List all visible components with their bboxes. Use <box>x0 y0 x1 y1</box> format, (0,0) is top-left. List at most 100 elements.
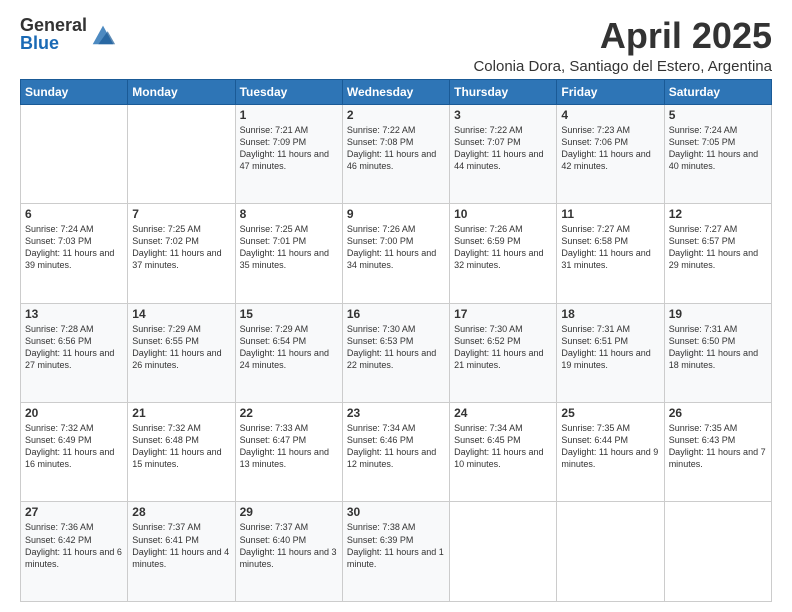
calendar-cell <box>128 104 235 203</box>
logo-blue: Blue <box>20 34 87 52</box>
cell-details: Sunrise: 7:21 AM Sunset: 7:09 PM Dayligh… <box>240 124 338 173</box>
day-header-saturday: Saturday <box>664 79 771 104</box>
cell-details: Sunrise: 7:30 AM Sunset: 6:53 PM Dayligh… <box>347 323 445 372</box>
day-number: 14 <box>132 307 230 321</box>
day-number: 19 <box>669 307 767 321</box>
day-number: 9 <box>347 207 445 221</box>
cell-details: Sunrise: 7:27 AM Sunset: 6:58 PM Dayligh… <box>561 223 659 272</box>
day-number: 7 <box>132 207 230 221</box>
cell-details: Sunrise: 7:22 AM Sunset: 7:08 PM Dayligh… <box>347 124 445 173</box>
day-header-tuesday: Tuesday <box>235 79 342 104</box>
cell-details: Sunrise: 7:22 AM Sunset: 7:07 PM Dayligh… <box>454 124 552 173</box>
calendar-cell: 27 Sunrise: 7:36 AM Sunset: 6:42 PM Dayli… <box>21 502 128 602</box>
calendar-cell: 10 Sunrise: 7:26 AM Sunset: 6:59 PM Dayli… <box>450 204 557 303</box>
day-number: 4 <box>561 108 659 122</box>
page: General Blue April 2025 Colonia Dora, Sa… <box>0 0 792 612</box>
calendar-week-row: 20 Sunrise: 7:32 AM Sunset: 6:49 PM Dayli… <box>21 403 772 502</box>
day-number: 3 <box>454 108 552 122</box>
day-number: 22 <box>240 406 338 420</box>
calendar-table: SundayMondayTuesdayWednesdayThursdayFrid… <box>20 79 772 602</box>
day-number: 18 <box>561 307 659 321</box>
day-number: 30 <box>347 505 445 519</box>
calendar-cell: 26 Sunrise: 7:35 AM Sunset: 6:43 PM Dayli… <box>664 403 771 502</box>
calendar-cell: 9Sunrise: 7:26 AM Sunset: 7:00 PM Daylig… <box>342 204 449 303</box>
calendar-cell: 5 Sunrise: 7:24 AM Sunset: 7:05 PM Daylig… <box>664 104 771 203</box>
cell-details: Sunrise: 7:37 AM Sunset: 6:41 PM Dayligh… <box>132 521 230 570</box>
day-number: 17 <box>454 307 552 321</box>
logo: General Blue <box>20 16 117 52</box>
calendar-week-row: 6Sunrise: 7:24 AM Sunset: 7:03 PM Daylig… <box>21 204 772 303</box>
day-number: 25 <box>561 406 659 420</box>
day-number: 12 <box>669 207 767 221</box>
cell-details: Sunrise: 7:38 AM Sunset: 6:39 PM Dayligh… <box>347 521 445 570</box>
day-number: 23 <box>347 406 445 420</box>
cell-details: Sunrise: 7:37 AM Sunset: 6:40 PM Dayligh… <box>240 521 338 570</box>
cell-details: Sunrise: 7:25 AM Sunset: 7:01 PM Dayligh… <box>240 223 338 272</box>
cell-details: Sunrise: 7:30 AM Sunset: 6:52 PM Dayligh… <box>454 323 552 372</box>
day-number: 1 <box>240 108 338 122</box>
subtitle: Colonia Dora, Santiago del Estero, Argen… <box>473 58 772 75</box>
cell-details: Sunrise: 7:27 AM Sunset: 6:57 PM Dayligh… <box>669 223 767 272</box>
cell-details: Sunrise: 7:28 AM Sunset: 6:56 PM Dayligh… <box>25 323 123 372</box>
month-year-title: April 2025 <box>473 16 772 56</box>
header: General Blue April 2025 Colonia Dora, Sa… <box>20 16 772 75</box>
calendar-cell: 24Sunrise: 7:34 AM Sunset: 6:45 PM Dayli… <box>450 403 557 502</box>
day-number: 11 <box>561 207 659 221</box>
cell-details: Sunrise: 7:31 AM Sunset: 6:50 PM Dayligh… <box>669 323 767 372</box>
calendar-cell: 22 Sunrise: 7:33 AM Sunset: 6:47 PM Dayli… <box>235 403 342 502</box>
calendar-week-row: 27 Sunrise: 7:36 AM Sunset: 6:42 PM Dayli… <box>21 502 772 602</box>
cell-details: Sunrise: 7:35 AM Sunset: 6:43 PM Dayligh… <box>669 422 767 471</box>
day-number: 27 <box>25 505 123 519</box>
calendar-cell: 3 Sunrise: 7:22 AM Sunset: 7:07 PM Daylig… <box>450 104 557 203</box>
day-number: 10 <box>454 207 552 221</box>
calendar-cell: 17 Sunrise: 7:30 AM Sunset: 6:52 PM Dayli… <box>450 303 557 402</box>
calendar-cell: 30 Sunrise: 7:38 AM Sunset: 6:39 PM Dayli… <box>342 502 449 602</box>
day-number: 21 <box>132 406 230 420</box>
day-number: 15 <box>240 307 338 321</box>
calendar-cell: 13 Sunrise: 7:28 AM Sunset: 6:56 PM Dayli… <box>21 303 128 402</box>
calendar-cell: 2 Sunrise: 7:22 AM Sunset: 7:08 PM Daylig… <box>342 104 449 203</box>
cell-details: Sunrise: 7:33 AM Sunset: 6:47 PM Dayligh… <box>240 422 338 471</box>
cell-details: Sunrise: 7:35 AM Sunset: 6:44 PM Dayligh… <box>561 422 659 471</box>
calendar-cell: 8 Sunrise: 7:25 AM Sunset: 7:01 PM Daylig… <box>235 204 342 303</box>
day-header-wednesday: Wednesday <box>342 79 449 104</box>
cell-details: Sunrise: 7:29 AM Sunset: 6:54 PM Dayligh… <box>240 323 338 372</box>
cell-details: Sunrise: 7:23 AM Sunset: 7:06 PM Dayligh… <box>561 124 659 173</box>
calendar-cell: 15 Sunrise: 7:29 AM Sunset: 6:54 PM Dayli… <box>235 303 342 402</box>
calendar-cell: 14 Sunrise: 7:29 AM Sunset: 6:55 PM Dayli… <box>128 303 235 402</box>
cell-details: Sunrise: 7:24 AM Sunset: 7:05 PM Dayligh… <box>669 124 767 173</box>
calendar-cell: 28Sunrise: 7:37 AM Sunset: 6:41 PM Dayli… <box>128 502 235 602</box>
day-header-friday: Friday <box>557 79 664 104</box>
calendar-cell: 12 Sunrise: 7:27 AM Sunset: 6:57 PM Dayli… <box>664 204 771 303</box>
calendar-cell <box>450 502 557 602</box>
calendar-cell: 16 Sunrise: 7:30 AM Sunset: 6:53 PM Dayli… <box>342 303 449 402</box>
calendar-cell <box>664 502 771 602</box>
cell-details: Sunrise: 7:32 AM Sunset: 6:49 PM Dayligh… <box>25 422 123 471</box>
calendar-cell: 6Sunrise: 7:24 AM Sunset: 7:03 PM Daylig… <box>21 204 128 303</box>
day-header-sunday: Sunday <box>21 79 128 104</box>
calendar-cell: 18 Sunrise: 7:31 AM Sunset: 6:51 PM Dayli… <box>557 303 664 402</box>
day-number: 6 <box>25 207 123 221</box>
day-number: 16 <box>347 307 445 321</box>
calendar-cell: 21 Sunrise: 7:32 AM Sunset: 6:48 PM Dayli… <box>128 403 235 502</box>
title-block: April 2025 Colonia Dora, Santiago del Es… <box>473 16 772 75</box>
day-number: 5 <box>669 108 767 122</box>
calendar-cell: 7Sunrise: 7:25 AM Sunset: 7:02 PM Daylig… <box>128 204 235 303</box>
calendar-cell: 23 Sunrise: 7:34 AM Sunset: 6:46 PM Dayli… <box>342 403 449 502</box>
day-number: 2 <box>347 108 445 122</box>
day-number: 20 <box>25 406 123 420</box>
cell-details: Sunrise: 7:32 AM Sunset: 6:48 PM Dayligh… <box>132 422 230 471</box>
calendar-week-row: 1 Sunrise: 7:21 AM Sunset: 7:09 PM Daylig… <box>21 104 772 203</box>
day-number: 26 <box>669 406 767 420</box>
cell-details: Sunrise: 7:31 AM Sunset: 6:51 PM Dayligh… <box>561 323 659 372</box>
calendar-header-row: SundayMondayTuesdayWednesdayThursdayFrid… <box>21 79 772 104</box>
cell-details: Sunrise: 7:36 AM Sunset: 6:42 PM Dayligh… <box>25 521 123 570</box>
calendar-cell <box>21 104 128 203</box>
cell-details: Sunrise: 7:29 AM Sunset: 6:55 PM Dayligh… <box>132 323 230 372</box>
cell-details: Sunrise: 7:34 AM Sunset: 6:46 PM Dayligh… <box>347 422 445 471</box>
calendar-cell: 11 Sunrise: 7:27 AM Sunset: 6:58 PM Dayli… <box>557 204 664 303</box>
day-number: 13 <box>25 307 123 321</box>
day-number: 8 <box>240 207 338 221</box>
cell-details: Sunrise: 7:26 AM Sunset: 6:59 PM Dayligh… <box>454 223 552 272</box>
logo-general: General <box>20 16 87 34</box>
